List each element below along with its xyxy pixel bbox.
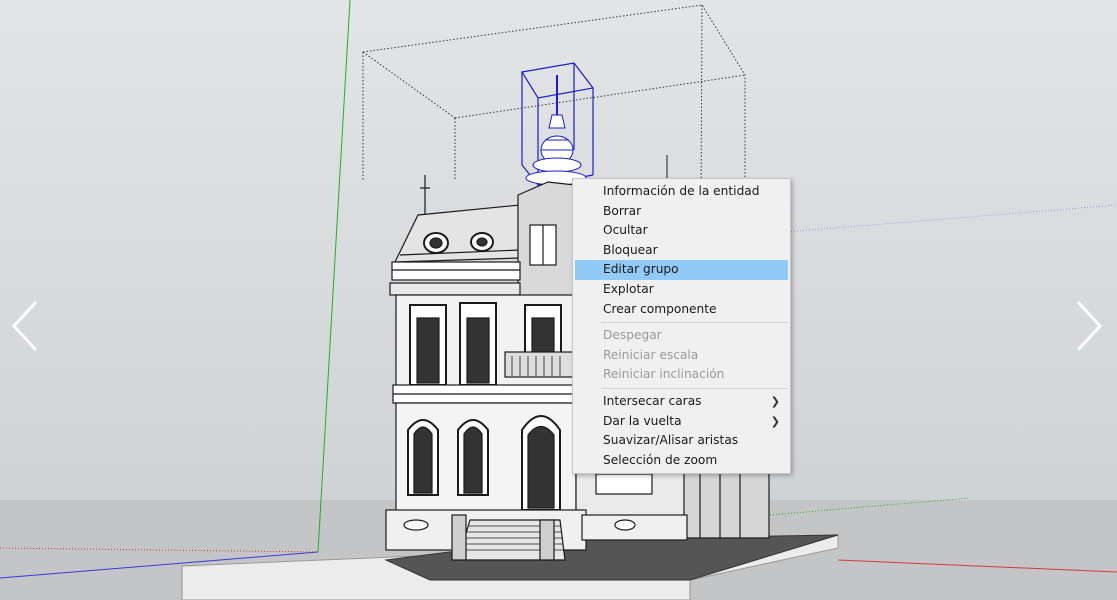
menu-item-label: Intersecar caras bbox=[603, 393, 702, 408]
menu-item-soften-edges[interactable]: Suavizar/Alisar aristas bbox=[575, 431, 788, 451]
menu-separator bbox=[601, 387, 788, 389]
next-image-button[interactable] bbox=[1068, 296, 1108, 356]
menu-item-delete[interactable]: Borrar bbox=[575, 202, 788, 222]
menu-item-make-component[interactable]: Crear componente bbox=[575, 300, 788, 320]
menu-item-lock[interactable]: Bloquear bbox=[575, 241, 788, 261]
menu-item-intersect-faces[interactable]: Intersecar caras ❯ bbox=[575, 392, 788, 412]
menu-item-hide[interactable]: Ocultar bbox=[575, 221, 788, 241]
chevron-right-icon: ❯ bbox=[770, 394, 780, 408]
menu-item-explode[interactable]: Explotar bbox=[575, 280, 788, 300]
menu-item-unglue[interactable]: Despegar bbox=[575, 326, 788, 346]
menu-item-reset-skew[interactable]: Reiniciar inclinación bbox=[575, 365, 788, 385]
menu-separator bbox=[601, 322, 788, 324]
chevron-right-icon: ❯ bbox=[770, 414, 780, 428]
menu-item-entity-info[interactable]: Información de la entidad bbox=[575, 182, 788, 202]
chevron-left-icon bbox=[11, 300, 38, 352]
chevron-right-icon bbox=[1076, 300, 1103, 352]
menu-item-edit-group[interactable]: Editar grupo bbox=[575, 260, 788, 280]
menu-item-flip-along[interactable]: Dar la vuelta ❯ bbox=[575, 412, 788, 432]
sketchup-3d-viewport[interactable] bbox=[0, 0, 1117, 600]
previous-image-button[interactable] bbox=[6, 296, 46, 356]
menu-item-zoom-selection[interactable]: Selección de zoom bbox=[575, 451, 788, 471]
menu-item-reset-scale[interactable]: Reiniciar escala bbox=[575, 346, 788, 366]
menu-item-label: Dar la vuelta bbox=[603, 413, 682, 428]
context-menu: Información de la entidad Borrar Ocultar… bbox=[572, 178, 791, 475]
